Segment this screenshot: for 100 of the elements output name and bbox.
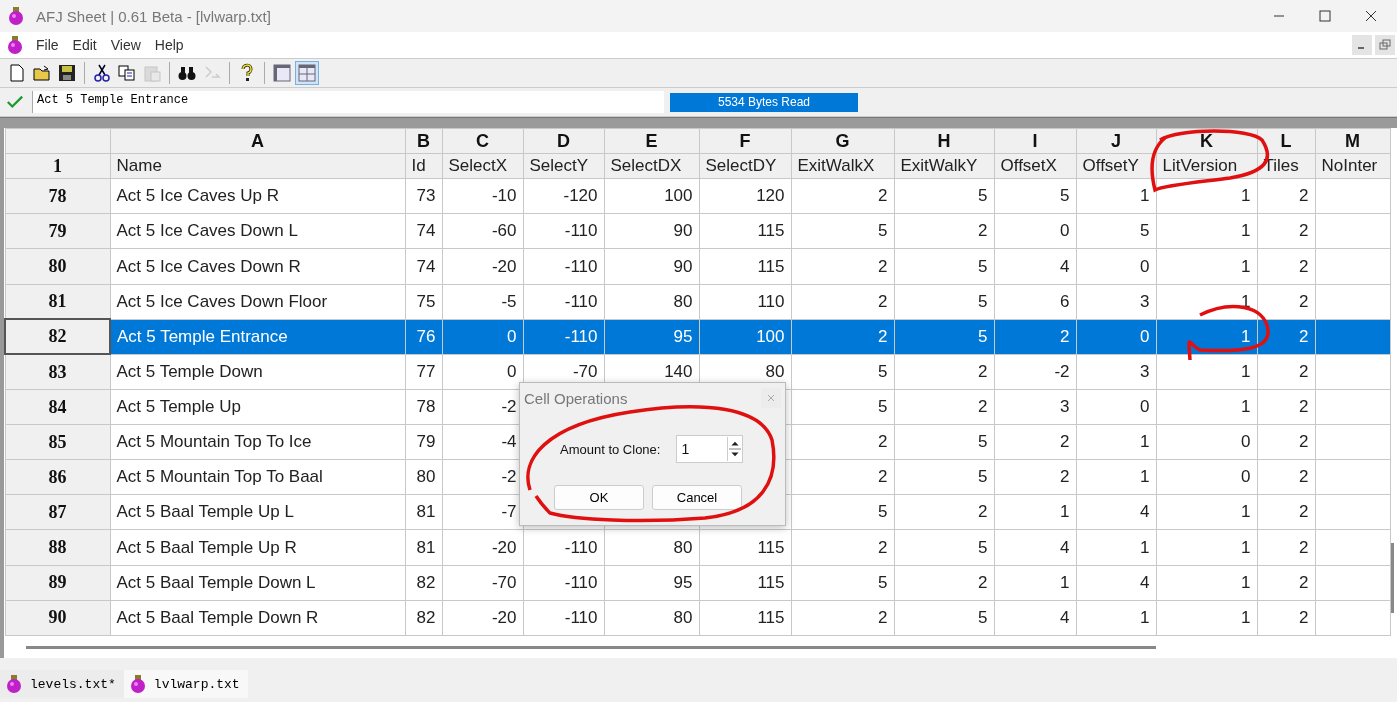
table-cell: -120 bbox=[563, 186, 598, 206]
table-cell: 2 bbox=[878, 256, 888, 276]
table-cell: Act 5 Ice Caves Down L bbox=[116, 221, 298, 241]
row-number[interactable]: 88 bbox=[5, 529, 110, 566]
row-number[interactable]: 1 bbox=[5, 153, 110, 179]
table-cell: Act 5 Mountain Top To Baal bbox=[116, 467, 323, 487]
table-cell: Act 5 Temple Down bbox=[116, 361, 263, 381]
table-cell: -2 bbox=[501, 397, 517, 416]
table-cell: 140 bbox=[664, 361, 693, 381]
column-letter[interactable]: L bbox=[1257, 128, 1315, 154]
table-cell: 81 bbox=[416, 502, 436, 522]
row-number[interactable]: 85 bbox=[5, 424, 110, 460]
row-number[interactable]: 83 bbox=[5, 354, 110, 390]
table-cell: 0 bbox=[507, 361, 517, 381]
table-cell: 2 bbox=[878, 326, 888, 346]
table-cell: 1 bbox=[1241, 502, 1251, 522]
table-cell: 90 bbox=[673, 256, 693, 276]
table-cell: 100 bbox=[664, 186, 693, 206]
table-cell: 5 bbox=[978, 326, 988, 346]
table-cell: 81 bbox=[416, 537, 436, 557]
column-letter[interactable]: E bbox=[604, 128, 699, 154]
cell-value-field[interactable]: Act 5 Temple Entrance bbox=[32, 91, 664, 113]
table-cell: 75 bbox=[416, 291, 436, 311]
row-number[interactable]: 79 bbox=[5, 213, 110, 249]
table-cell: 5 bbox=[978, 467, 988, 487]
row-number[interactable]: 80 bbox=[5, 248, 110, 285]
table-cell: 0 bbox=[1140, 326, 1150, 346]
table-cell: Act 5 Ice Caves Up R bbox=[116, 186, 279, 206]
table-cell: 115 bbox=[757, 221, 785, 241]
column-letter[interactable]: M bbox=[1315, 128, 1390, 154]
column-letter[interactable]: C bbox=[442, 128, 523, 154]
table-cell: 1 bbox=[1241, 537, 1251, 557]
column-letter[interactable]: F bbox=[699, 128, 791, 154]
window-title: AFJ Sheet | 0.61 Beta - [lvlwarp.txt] bbox=[36, 7, 271, 25]
column-header: Name bbox=[110, 153, 405, 179]
table-cell: 2 bbox=[1299, 467, 1309, 487]
table-cell: -2 bbox=[1054, 361, 1070, 381]
table-cell: -60 bbox=[491, 221, 517, 241]
menu-item[interactable]: File bbox=[36, 37, 59, 53]
table-cell: 74 bbox=[416, 221, 436, 241]
restore-icon[interactable] bbox=[1375, 35, 1395, 55]
check-icon[interactable] bbox=[6, 93, 24, 111]
row-number[interactable]: 86 bbox=[5, 459, 110, 495]
row-number[interactable]: 87 bbox=[5, 494, 110, 530]
table-cell: 90 bbox=[673, 221, 693, 241]
cancel-button[interactable]: Cancel bbox=[652, 485, 742, 510]
table-cell: 2 bbox=[1299, 291, 1309, 311]
table-cell: -110 bbox=[564, 326, 598, 346]
table-cell: 74 bbox=[416, 256, 436, 276]
table-cell: 1 bbox=[1060, 572, 1070, 592]
table-cell: -110 bbox=[564, 607, 598, 627]
column-letter[interactable]: B bbox=[405, 128, 442, 154]
status-text: 5534 Bytes Read bbox=[670, 92, 858, 112]
potion-icon bbox=[4, 674, 24, 694]
table-cell: 2 bbox=[1299, 256, 1309, 276]
table-cell: 4 bbox=[1140, 572, 1150, 592]
table-cell: Act 5 Temple Up bbox=[116, 397, 241, 416]
menu-item[interactable]: Help bbox=[154, 37, 184, 53]
sheet-tab[interactable]: lvlwarp.txt bbox=[123, 670, 248, 698]
table-cell: 95 bbox=[673, 572, 693, 592]
table-cell: 1 bbox=[1241, 361, 1251, 381]
column-letter[interactable]: D bbox=[523, 128, 604, 154]
table-cell: Act 5 Baal Temple Up R bbox=[116, 537, 297, 557]
column-letter[interactable]: H bbox=[894, 128, 994, 154]
menu-item[interactable]: View bbox=[110, 37, 141, 53]
minimize-icon[interactable] bbox=[1352, 35, 1372, 55]
row-number[interactable]: 82 bbox=[5, 319, 110, 355]
row-number[interactable]: 78 bbox=[5, 178, 110, 214]
table-cell: 2 bbox=[878, 186, 888, 206]
row-number[interactable]: 90 bbox=[5, 600, 110, 636]
ok-button[interactable]: OK bbox=[554, 485, 644, 510]
amount-spin-field[interactable]: 1 bbox=[676, 435, 744, 463]
row-number[interactable]: 84 bbox=[5, 389, 110, 425]
table-cell: 80 bbox=[673, 291, 693, 311]
column-header: OffsetX bbox=[994, 153, 1076, 179]
table-cell: 2 bbox=[1299, 221, 1309, 241]
row-number[interactable]: 89 bbox=[5, 565, 110, 601]
menu-item[interactable]: Edit bbox=[72, 37, 97, 53]
table-cell: 2 bbox=[1299, 326, 1309, 346]
close-icon[interactable] bbox=[1365, 10, 1377, 22]
table-cell: 110 bbox=[757, 291, 785, 311]
table-cell: 2 bbox=[978, 221, 988, 241]
table-cell: 4 bbox=[1060, 537, 1070, 557]
table-cell: Act 5 Baal Temple Down L bbox=[116, 572, 316, 592]
maximize-icon[interactable] bbox=[1319, 10, 1331, 22]
table-cell: 5 bbox=[978, 291, 988, 311]
sheet-tab[interactable]: levels.txt* bbox=[0, 670, 124, 698]
column-letter[interactable]: G bbox=[791, 128, 894, 154]
table-cell: 82 bbox=[416, 572, 436, 592]
column-letter[interactable]: A bbox=[110, 128, 405, 154]
table-cell: 2 bbox=[1299, 432, 1309, 452]
table-cell: 115 bbox=[757, 607, 785, 627]
table-cell: -110 bbox=[564, 291, 598, 311]
field-label: Amount to Clone: bbox=[560, 441, 661, 457]
table-cell: 5 bbox=[878, 502, 888, 522]
table-cell: 78 bbox=[416, 397, 436, 416]
column-letter[interactable]: J bbox=[1076, 128, 1156, 154]
column-header: ExitWalkX bbox=[791, 153, 894, 179]
column-letter[interactable]: I bbox=[994, 128, 1076, 154]
table-cell: Act 5 Baal Temple Down R bbox=[116, 607, 319, 627]
